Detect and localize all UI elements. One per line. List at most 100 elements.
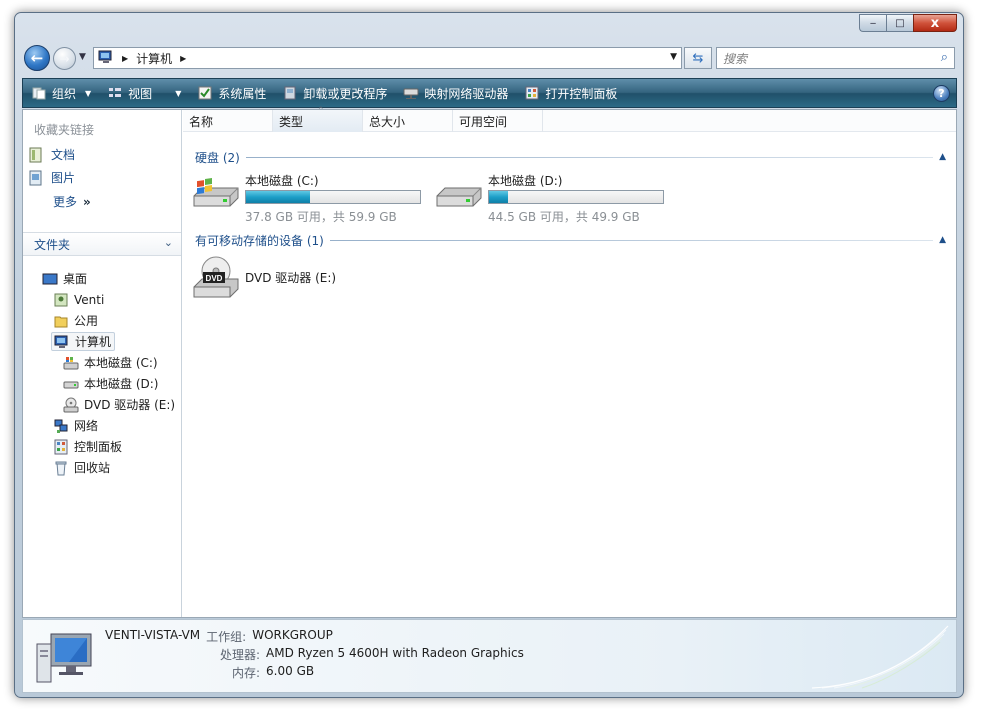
views-menu[interactable]: 视图 ▼ [99,79,189,107]
minimize-button[interactable]: ‒ [859,14,886,32]
client-area: 收藏夹链接 文档 图片 更多 » 文件夹 ⌄ 桌面 Venti 公用 计算机 本… [22,106,957,618]
tree-item-label: 公用 [74,314,99,328]
map-drive-label: 映射网络驱动器 [424,86,509,101]
tree-item-computer[interactable]: 计算机 [51,332,116,351]
refresh-icon: ⇆ [692,50,704,66]
command-bar: 组织 ▼ 视图 ▼ 系统属性 卸载或更改程序 映射网络驱动器 打开控制面板 ? [22,78,957,108]
favorite-documents[interactable]: 文档 [28,146,75,163]
breadcrumb-separator-icon[interactable]: ▶ [180,54,186,63]
computer-icon [98,50,114,67]
help-button[interactable]: ? [933,85,950,102]
group-header-hard-disks[interactable]: 硬盘 (2) ▲ [195,149,946,165]
map-drive-button[interactable]: 映射网络驱动器 [395,79,516,107]
group-divider [329,239,934,241]
favorites-more-link[interactable]: 更多 » [53,193,91,210]
breadcrumb-computer[interactable]: 计算机 [136,50,172,67]
tree-item-public[interactable]: 公用 [53,311,98,330]
column-total-size[interactable]: 总大小 [363,110,453,132]
folder-icon [53,313,69,329]
breadcrumb-separator-icon[interactable]: ▶ [122,54,128,63]
chevron-down-icon[interactable]: ⌄ [164,236,173,249]
content-pane: 名称 ⌃ 类型 总大小 可用空间 硬盘 (2) ▲ 本地磁盘 (C:) 37.8… [183,106,956,617]
group-header-removable[interactable]: 有可移动存储的设备 (1) ▲ [195,232,946,248]
control-panel-button[interactable]: 打开控制面板 [516,79,625,107]
column-free-space[interactable]: 可用空间 [453,110,543,132]
network-drive-icon [403,85,419,101]
folders-header[interactable]: 文件夹 ⌄ [23,232,181,256]
tree-item-label: 控制面板 [74,440,123,454]
forward-button[interactable]: → [53,47,76,70]
favorite-pictures[interactable]: 图片 [28,169,75,186]
processor-value: AMD Ryzen 5 4600H with Radeon Graphics [266,646,524,660]
search-icon[interactable]: ⌕ [941,50,948,65]
control-panel-label: 打开控制面板 [545,86,618,101]
tree-item-dvd[interactable]: DVD 驱动器 (E:) [63,395,175,414]
history-dropdown-icon[interactable]: ▼ [79,52,86,62]
system-drive-icon [63,355,79,371]
maximize-button[interactable]: □ [886,14,913,32]
tree-item-network[interactable]: 网络 [53,416,98,435]
workgroup-label: 工作组: [206,630,247,644]
recycle-bin-icon [53,460,69,476]
pictures-icon [28,170,44,186]
organize-label: 组织 [52,86,77,101]
tree-item-label: DVD 驱动器 (E:) [84,398,176,412]
column-label: 可用空间 [459,114,508,129]
favorites-title: 收藏夹链接 [34,123,95,137]
uninstall-label: 卸载或更改程序 [303,86,388,101]
details-pane: VENTI-VISTA-VM 工作组: WORKGROUP 处理器: AMD R… [22,619,957,693]
group-title: 有可移动存储的设备 (1) [195,233,324,248]
tree-item-recycle-bin[interactable]: 回收站 [53,458,110,477]
organize-menu[interactable]: 组织 ▼ [23,79,99,107]
dvd-drive-icon [63,397,79,413]
address-dropdown-icon[interactable]: ▼ [670,52,677,62]
system-properties-icon [197,85,213,101]
refresh-button[interactable]: ⇆ [684,47,712,69]
sort-ascending-icon: ⌃ [317,106,325,116]
drive-usage-bar [245,190,421,204]
drive-item-c[interactable]: 本地磁盘 (C:) 37.8 GB 可用，共 59.9 GB [191,172,421,225]
drive-name: 本地磁盘 (D:) [488,174,563,188]
tree-item-desktop[interactable]: 桌面 [42,269,87,288]
tree-item-control-panel[interactable]: 控制面板 [53,437,122,456]
favorites-more-label: 更多 [53,195,78,209]
tree-item-label: 网络 [74,419,99,433]
network-icon [53,418,69,434]
column-header: 名称 ⌃ 类型 总大小 可用空间 [183,106,956,132]
system-drive-icon [191,172,241,212]
system-properties-button[interactable]: 系统属性 [189,79,274,107]
column-label: 总大小 [369,114,406,129]
uninstall-button[interactable]: 卸载或更改程序 [274,79,395,107]
collapse-group-icon[interactable]: ▲ [939,235,946,245]
navigation-pane: 收藏夹链接 文档 图片 更多 » 文件夹 ⌄ 桌面 Venti 公用 计算机 本… [23,110,182,617]
workgroup-value: WORKGROUP [252,628,333,642]
documents-icon [28,147,44,163]
dvd-badge: DVD [206,274,223,283]
control-panel-icon [53,439,69,455]
drive-item-d[interactable]: 本地磁盘 (D:) 44.5 GB 可用，共 49.9 GB [434,172,664,225]
collapse-group-icon[interactable]: ▲ [939,152,946,162]
tree-item-drive-c[interactable]: 本地磁盘 (C:) [63,353,158,372]
tree-item-drive-d[interactable]: 本地磁盘 (D:) [63,374,158,393]
double-chevron-icon: » [83,194,91,209]
drive-item-dvd[interactable]: DVD DVD 驱动器 (E:) [191,255,336,303]
organize-icon [31,85,47,101]
column-name[interactable]: 名称 [183,110,273,132]
drive-free-space: 44.5 GB 可用，共 49.9 GB [488,210,640,224]
close-button[interactable]: x [913,14,957,32]
chevron-down-icon: ▼ [175,88,182,98]
computer-icon [54,334,70,350]
back-button[interactable]: ← [24,45,50,71]
tree-item-user[interactable]: Venti [53,290,104,309]
desktop-icon [42,271,58,287]
group-title: 硬盘 (2) [195,150,240,165]
search-input[interactable]: 搜索 ⌕ [716,47,955,69]
decorative-swoosh [811,624,952,693]
drive-name: 本地磁盘 (C:) [245,174,319,188]
address-bar[interactable]: ▶ 计算机 ▶ ▼ [93,47,682,69]
memory-value: 6.00 GB [266,664,315,678]
column-type[interactable]: ⌃ 类型 [273,106,363,132]
tree-item-label: 计算机 [75,335,112,349]
explorer-window: ‒ □ x ← → ▼ ▶ 计算机 ▶ ▼ ⇆ 搜索 ⌕ 组织 ▼ 视图 ▼ 系… [14,12,964,698]
drive-usage-fill [246,191,311,203]
